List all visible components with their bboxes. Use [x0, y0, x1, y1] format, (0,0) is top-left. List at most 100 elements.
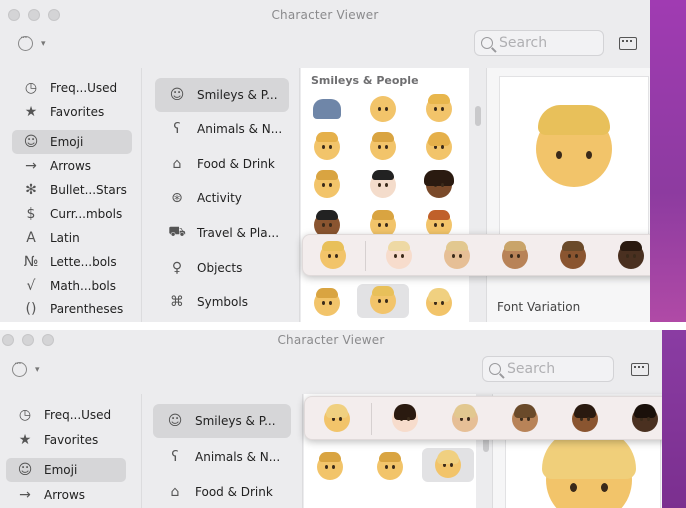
sidebar-item-frequently-used[interactable]: ◷ Freq...Used — [12, 76, 132, 100]
emoji-cell[interactable] — [364, 450, 416, 484]
smiley-icon: ☺ — [167, 413, 183, 429]
sidebar-item-favorites[interactable]: ★ Favorites — [6, 428, 126, 452]
sidebar-item-emoji[interactable]: ☺ Emoji — [6, 458, 126, 482]
sidebar-item-arrows[interactable]: → Arrows — [12, 154, 132, 178]
blond-man-medium-icon — [502, 241, 528, 269]
star-icon: ★ — [24, 104, 38, 120]
person-emoji-icon — [314, 132, 340, 160]
emoji-cell-selected[interactable] — [422, 448, 474, 482]
search-placeholder: Search — [507, 361, 556, 377]
skin-tone-medium-light[interactable] — [431, 238, 483, 274]
action-menu-button[interactable]: ▾ — [18, 33, 46, 51]
blond-woman-emoji-icon — [435, 450, 461, 478]
blond-woman-default-icon — [324, 404, 350, 432]
arrow-icon: → — [19, 487, 31, 503]
category-food-drink[interactable]: ⌂ Food & Drink — [153, 475, 287, 508]
woman-light-icon — [392, 404, 418, 432]
search-field[interactable]: Search — [482, 356, 614, 382]
skin-tone-medium-light[interactable] — [439, 401, 491, 437]
person-emoji-icon — [314, 288, 340, 316]
bulb-icon: ♀ — [171, 260, 183, 276]
window-title: Character Viewer — [271, 8, 379, 22]
category-smileys-people[interactable]: ☺ Smileys & P... — [155, 78, 289, 112]
cake-icon: ⌂ — [170, 484, 180, 500]
skin-tone-medium-dark[interactable] — [559, 401, 611, 437]
blond-man-preview-icon — [536, 105, 612, 187]
blond-man-emoji-icon — [370, 286, 396, 314]
sidebar-item-currency[interactable]: $ Curr...mbols — [12, 202, 132, 226]
emoji-cell[interactable] — [301, 130, 353, 164]
car-icon: ⛟ — [168, 224, 186, 240]
skin-tone-light[interactable] — [379, 401, 431, 437]
emoji-cell[interactable] — [413, 130, 465, 164]
skin-tone-dark[interactable] — [619, 401, 662, 437]
category-food-drink[interactable]: ⌂ Food & Drink — [155, 147, 289, 181]
sidebar-item-latin[interactable]: A Latin — [12, 226, 132, 250]
sidebar-item-frequently-used[interactable]: ◷ Freq...Used — [6, 403, 126, 427]
emoji-cell[interactable] — [413, 286, 465, 320]
category-travel-places[interactable]: ⛟ Travel & Pla... — [155, 216, 289, 250]
grid-section-title: Smileys & People — [311, 74, 419, 87]
sidebar: ◷ Freq...Used ★ Favorites ☺ Emoji → Arrows ✻… — [0, 68, 142, 322]
sidebar-item-favorites[interactable]: ★ Favorites — [12, 100, 132, 124]
keyboard-viewer-icon[interactable] — [631, 363, 649, 376]
arrow-icon: → — [25, 158, 37, 174]
person-emoji-icon — [317, 452, 343, 480]
emoji-cell[interactable] — [357, 92, 409, 126]
skin-tone-medium-dark[interactable] — [547, 238, 599, 274]
keyboard-viewer-icon[interactable] — [619, 37, 637, 50]
sidebar-item-bullets-stars[interactable]: ✻ Bullet...Stars — [12, 178, 132, 202]
numero-icon: № — [23, 254, 39, 270]
category-smileys-people[interactable]: ☺ Smileys & P... — [153, 404, 291, 438]
woman-medium-light-icon — [452, 404, 478, 432]
window-title: Character Viewer — [277, 333, 385, 347]
more-icon — [18, 33, 33, 51]
emoji-cell[interactable] — [413, 168, 465, 202]
sidebar-item-math[interactable]: √ Math...bols — [12, 274, 132, 298]
chevron-down-icon: ▾ — [35, 364, 40, 375]
desktop-background — [650, 0, 686, 322]
skin-tone-dark[interactable] — [605, 238, 650, 274]
emoji-cell[interactable] — [301, 92, 353, 126]
emoji-cell[interactable] — [301, 168, 353, 202]
skin-tone-medium[interactable] — [499, 401, 551, 437]
skin-tone-medium[interactable] — [489, 238, 541, 274]
emoji-grid: Smileys & People — [301, 68, 469, 322]
dollar-icon: $ — [26, 206, 36, 222]
action-menu-button[interactable]: ▾ — [12, 359, 40, 377]
emoji-cell[interactable] — [301, 286, 353, 320]
sqrt-icon: √ — [26, 278, 36, 294]
emoji-cell-selected[interactable] — [357, 284, 409, 318]
smiley-icon: ☺ — [23, 134, 39, 150]
skin-tone-default[interactable] — [307, 238, 359, 274]
skin-tone-default[interactable] — [311, 401, 363, 437]
blond-man-default-icon — [320, 241, 346, 269]
category-animals-nature[interactable]: ʕ Animals & N... — [153, 440, 287, 474]
asterisk-icon: ✻ — [25, 182, 37, 198]
search-field[interactable]: Search — [474, 30, 604, 56]
title-bar: Character Viewer — [0, 0, 650, 30]
clock-icon: ◷ — [18, 407, 32, 423]
emoji-cell[interactable] — [413, 92, 465, 126]
emoji-cell[interactable] — [304, 450, 356, 484]
blond-man-medium-dark-icon — [560, 241, 586, 269]
category-activity[interactable]: ⊛ Activity — [155, 181, 289, 215]
sidebar-item-parentheses[interactable]: () Parentheses — [12, 297, 132, 321]
sidebar-item-emoji[interactable]: ☺ Emoji — [12, 130, 132, 154]
blond-woman-emoji-icon — [426, 288, 452, 316]
girl-emoji-icon — [426, 94, 452, 122]
category-symbols[interactable]: ⌘ Symbols — [155, 285, 289, 319]
sidebar-item-arrows[interactable]: → Arrows — [6, 483, 126, 507]
blond-woman-preview-icon — [542, 429, 636, 508]
grid-scrollbar[interactable] — [475, 106, 481, 126]
glyph-preview — [499, 76, 649, 236]
woman-medium-icon — [512, 404, 538, 432]
category-objects[interactable]: ♀ Objects — [155, 251, 289, 285]
sidebar-item-letterlike[interactable]: № Lette...bols — [12, 250, 132, 274]
sidebar: ◷ Freq...Used ★ Favorites ☺ Emoji → Arrows — [0, 394, 142, 508]
category-animals-nature[interactable]: ʕ Animals & N... — [155, 112, 289, 146]
skin-tone-light[interactable] — [373, 238, 425, 274]
screenshot-gap — [0, 322, 686, 330]
emoji-cell[interactable] — [357, 130, 409, 164]
emoji-cell[interactable] — [357, 168, 409, 202]
